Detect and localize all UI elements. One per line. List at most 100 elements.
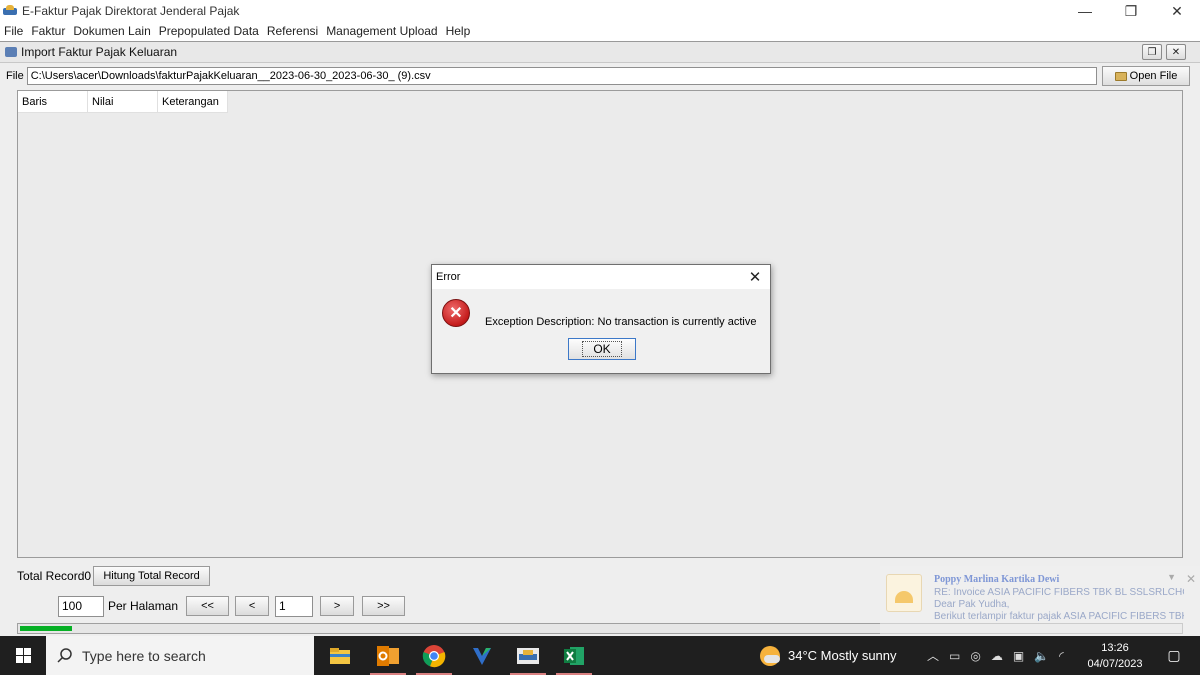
ok-label: OK: [582, 341, 622, 357]
open-file-label: Open File: [1129, 70, 1178, 82]
app-title: E-Faktur Pajak Direktorat Jenderal Pajak: [22, 4, 240, 18]
hitung-total-record-button[interactable]: Hitung Total Record: [93, 566, 211, 586]
taskbar-search[interactable]: Type here to search: [46, 636, 314, 675]
outlook-mail-icon: [886, 574, 922, 612]
taskbar-file-explorer[interactable]: [316, 636, 364, 675]
email-notification[interactable]: Poppy Marlina Kartika Dewi RE: Invoice A…: [880, 566, 1200, 636]
onedrive-icon[interactable]: ☁: [991, 649, 1003, 663]
taskbar-excel[interactable]: [550, 636, 598, 675]
per-page-label: Per Halaman: [108, 599, 179, 613]
weather-text: 34°C Mostly sunny: [788, 648, 897, 663]
screen: E-Faktur Pajak Direktorat Jenderal Pajak…: [0, 0, 1200, 675]
minimize-button[interactable]: —: [1062, 0, 1108, 22]
volume-muted-icon[interactable]: 🔈: [1034, 649, 1049, 663]
dialog-close-button[interactable]: ✕: [740, 265, 770, 289]
page-number-input[interactable]: [275, 595, 314, 617]
total-record-value: 0: [84, 569, 92, 583]
frame-close-button[interactable]: ✕: [1166, 44, 1186, 60]
menu-management-upload[interactable]: Management Upload: [322, 24, 441, 38]
menu-file[interactable]: File: [0, 24, 27, 38]
close-button[interactable]: ✕: [1154, 0, 1200, 22]
action-center-button[interactable]: ▢: [1154, 636, 1194, 675]
frame-icon: [5, 47, 17, 57]
dialog-message: Exception Description: No transaction is…: [485, 316, 757, 328]
dialog-titlebar: Error ✕: [432, 265, 770, 289]
first-page-label: <<: [201, 600, 214, 612]
partly-sunny-icon: [760, 645, 780, 666]
hitung-total-record-label: Hitung Total Record: [103, 570, 200, 582]
app-titlebar: E-Faktur Pajak Direktorat Jenderal Pajak…: [0, 0, 1200, 22]
restore-icon: ❐: [1147, 46, 1157, 58]
taskbar-clock[interactable]: 13:26 04/07/2023: [1080, 640, 1150, 672]
column-header-nilai[interactable]: Nilai: [88, 91, 158, 113]
table-header: Baris Nilai Keterangan: [18, 91, 1182, 113]
menu-referensi[interactable]: Referensi: [263, 24, 322, 38]
close-icon: ✕: [1171, 46, 1181, 58]
column-header-keterangan[interactable]: Keterangan: [158, 91, 228, 113]
per-page-input[interactable]: [58, 595, 104, 617]
meet-now-icon[interactable]: ▣: [1013, 649, 1024, 663]
frame-restore-button[interactable]: ❐: [1142, 44, 1162, 60]
restore-button[interactable]: ❐: [1108, 0, 1154, 22]
excel-icon: [564, 646, 584, 665]
notification-line-2: Berikut terlampir faktur pajak ASIA PACI…: [934, 611, 1184, 622]
start-button[interactable]: [0, 636, 46, 675]
file-row: File Open File: [0, 65, 1200, 87]
menu-faktur[interactable]: Faktur: [27, 24, 69, 38]
prev-page-button[interactable]: <: [235, 596, 270, 616]
last-page-button[interactable]: >>: [362, 596, 406, 616]
close-icon[interactable]: ✕: [1186, 572, 1196, 586]
open-file-button[interactable]: Open File: [1102, 66, 1190, 86]
folder-icon: [1114, 71, 1127, 81]
taskbar-app-v[interactable]: [458, 636, 506, 675]
first-page-button[interactable]: <<: [186, 596, 230, 616]
taskbar-chrome[interactable]: [410, 636, 458, 675]
menu-dokumen-lain[interactable]: Dokumen Lain: [69, 24, 154, 38]
menu-help[interactable]: Help: [442, 24, 475, 38]
clock-date: 04/07/2023: [1087, 658, 1143, 670]
next-page-label: >: [333, 600, 341, 612]
chrome-icon: [422, 644, 446, 667]
wifi-icon[interactable]: ◜: [1059, 649, 1064, 663]
ok-button[interactable]: OK: [568, 338, 636, 360]
outlook-icon: [377, 645, 399, 666]
file-path-input[interactable]: [26, 67, 1097, 85]
system-tray: ︿ ▭ ◎ ☁ ▣ 🔈 ◜: [922, 636, 1069, 675]
menu-bar: File Faktur Dokumen Lain Prepopulated Da…: [0, 22, 1200, 40]
camera-icon[interactable]: ◎: [970, 649, 980, 663]
file-label: File: [6, 70, 24, 82]
last-page-label: >>: [377, 600, 390, 612]
menu-prepopulated-data[interactable]: Prepopulated Data: [155, 24, 263, 38]
next-page-button[interactable]: >: [320, 596, 355, 616]
search-placeholder: Type here to search: [82, 647, 206, 664]
column-header-baris[interactable]: Baris: [18, 91, 88, 113]
battery-icon[interactable]: ▭: [949, 649, 960, 663]
frame-titlebar: Import Faktur Pajak Keluaran ❐ ✕: [0, 42, 1200, 63]
clock-time: 13:26: [1101, 642, 1129, 654]
efaktur-icon: [517, 647, 539, 664]
error-icon: ✕: [442, 299, 470, 327]
search-icon: [57, 647, 72, 663]
taskbar-outlook[interactable]: [364, 636, 412, 675]
windows-logo-icon: [15, 648, 31, 663]
notification-subject: RE: Invoice ASIA PACIFIC FIBERS TBK BL S…: [934, 587, 1184, 598]
notification-sender: Poppy Marlina Kartika Dewi: [934, 574, 1060, 585]
notification-icon: ▢: [1167, 647, 1181, 663]
close-icon: ✕: [1171, 2, 1183, 19]
efaktur-app-icon: [3, 5, 19, 17]
close-icon: ✕: [748, 269, 762, 286]
restore-icon: ❐: [1124, 2, 1138, 19]
chevron-down-icon[interactable]: ▼: [1167, 572, 1176, 582]
dialog-title: Error: [436, 271, 461, 283]
taskbar-efaktur[interactable]: [504, 636, 552, 675]
notification-line-1: Dear Pak Yudha,: [934, 599, 1010, 610]
prev-page-label: <: [248, 600, 256, 612]
weather-widget[interactable]: 34°C Mostly sunny: [760, 636, 897, 675]
v-app-icon: [473, 647, 491, 665]
folder-icon: [330, 647, 350, 664]
frame-title: Import Faktur Pajak Keluaran: [21, 45, 178, 59]
chevron-up-icon[interactable]: ︿: [927, 647, 939, 664]
taskbar: Type here to search 34°C Mostly sunny ︿ …: [0, 636, 1200, 675]
total-record-label: Total Record: [17, 569, 85, 583]
progress-fill: [20, 626, 72, 631]
